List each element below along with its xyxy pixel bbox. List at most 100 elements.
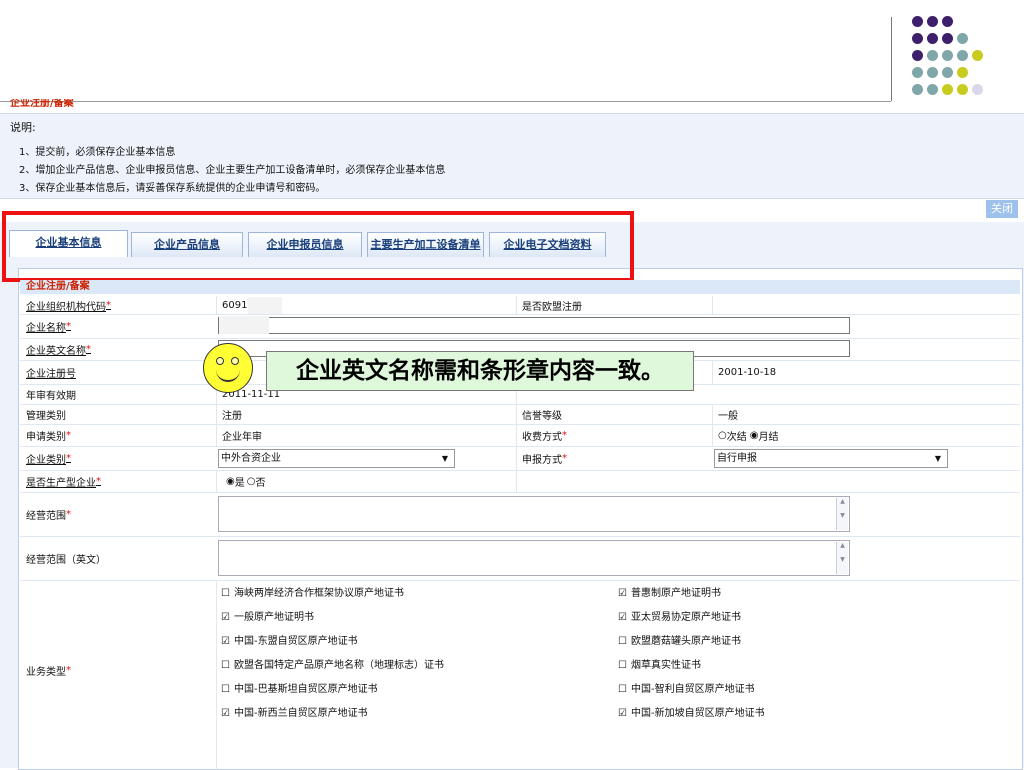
checkbox-icon[interactable]: ☐: [221, 684, 230, 695]
producer-yes-radio[interactable]: ◉: [226, 476, 235, 487]
required-mark: *: [66, 452, 71, 464]
required-mark: *: [106, 299, 111, 311]
required-mark: *: [86, 343, 91, 355]
label-text: 收费方式: [522, 431, 562, 443]
required-mark: *: [66, 320, 71, 332]
business-type-option: ☐ 海峡两岸经济合作框架协议原产地证书: [221, 584, 404, 599]
business-type-option: ☑ 亚太贸易协定原产地证书: [618, 608, 741, 623]
business-type-option: ☐ 欧盟各国特定产品原产地名称（地理标志）证书: [221, 656, 444, 671]
label-text: 申请类别: [26, 431, 66, 443]
credit-level-value: 一般: [712, 404, 1020, 424]
radio-label: 是: [234, 477, 245, 489]
company-type-label: 企业类别 *: [20, 446, 216, 470]
smiley-icon: [203, 343, 253, 393]
checkbox-label: 中国-新西兰自贸区原产地证书: [233, 708, 368, 719]
company-type-select[interactable]: 中外合资企业 ▼: [218, 449, 455, 468]
checkbox-icon[interactable]: ☐: [618, 684, 627, 695]
scrollbar[interactable]: ▲ ▼: [836, 542, 848, 574]
business-type-option: ☑ 普惠制原产地证明书: [618, 584, 721, 599]
select-value: 自行申报: [717, 453, 757, 464]
logo-dot: [912, 84, 923, 95]
label-text: 企业英文名称: [26, 345, 86, 357]
logo-dot: [957, 67, 968, 78]
business-type-label: 业务类型 *: [20, 580, 216, 760]
business-scope-en-textarea[interactable]: ▲ ▼: [218, 540, 850, 576]
mouth: [216, 370, 240, 382]
select-value: 中外合资企业: [221, 453, 281, 464]
eye: [216, 357, 224, 365]
label-text: 经营范围: [26, 510, 66, 522]
form-row: 是否生产型企业 * ◉ 是 ○ 否: [20, 470, 1020, 493]
checkbox-label: 欧盟蘑菇罐头原产地证书: [630, 636, 741, 647]
instruction-item: 1、提交前，必须保存企业基本信息: [19, 147, 176, 158]
company-english-name-label: 企业英文名称 *: [20, 338, 216, 360]
logo-dot: [927, 16, 938, 27]
logo-dot: [942, 67, 953, 78]
required-mark: *: [66, 508, 71, 520]
fee-per-use-radio[interactable]: ○: [718, 430, 727, 441]
label-text: 是否生产型企业: [26, 477, 96, 489]
eu-register-value: [712, 296, 1020, 314]
label-text: 企业组织机构代码: [26, 301, 106, 313]
checkbox-icon[interactable]: ☐: [618, 660, 627, 671]
business-type-option: ☐ 中国-智利自贸区原产地证书: [618, 680, 755, 695]
business-scope-textarea[interactable]: ▲ ▼: [218, 496, 850, 532]
checkbox-icon[interactable]: ☐: [221, 588, 230, 599]
declare-method-select[interactable]: 自行申报 ▼: [714, 449, 948, 468]
form-row: 经营范围 * ▲ ▼: [20, 492, 1020, 537]
form-row: 申请类别 * 企业年审 收费方式 * ○ 次结 ◉ 月结: [20, 424, 1020, 447]
eye: [231, 357, 239, 365]
form-row: 企业组织机构代码 * 60913 是否欧盟注册: [20, 296, 1020, 315]
checkbox-label: 中国-东盟自贸区原产地证书: [233, 636, 358, 647]
logo-dot: [972, 84, 983, 95]
logo-dot: [912, 16, 923, 27]
producer-no-radio[interactable]: ○: [247, 476, 256, 487]
business-scope-label: 经营范围 *: [20, 492, 216, 536]
fee-method-options: ○ 次结 ◉ 月结: [712, 424, 1020, 446]
logo-dot: [957, 50, 968, 61]
section-title: 企业注册/备案: [20, 280, 1020, 294]
logo-dot: [927, 84, 938, 95]
producer-options: ◉ 是 ○ 否: [216, 470, 516, 492]
credit-level-label: 信誉等级: [516, 404, 712, 424]
annotation-callout: 企业英文名称需和条形章内容一致。: [266, 351, 694, 391]
divider: [891, 17, 892, 101]
checkbox-label: 中国-巴基斯坦自贸区原产地证书: [233, 684, 378, 695]
checkbox-checked-icon[interactable]: ☑: [618, 588, 627, 599]
radio-label: 次结: [726, 431, 747, 443]
checkbox-checked-icon[interactable]: ☑: [618, 612, 627, 623]
divider: [0, 101, 891, 102]
dot-logo: [912, 16, 1024, 102]
checkbox-checked-icon[interactable]: ☑: [618, 708, 627, 719]
checkbox-checked-icon[interactable]: ☑: [221, 708, 230, 719]
logo-dot: [942, 84, 953, 95]
checkbox-checked-icon[interactable]: ☑: [221, 636, 230, 647]
checkbox-label: 亚太贸易协定原产地证书: [630, 612, 741, 623]
business-type-option: ☑ 中国-新加坡自贸区原产地证书: [618, 704, 765, 719]
checkbox-icon[interactable]: ☐: [221, 660, 230, 671]
redacted-area: [248, 297, 282, 314]
checkbox-label: 海峡两岸经济合作框架协议原产地证书: [233, 588, 404, 599]
required-mark: *: [562, 429, 567, 441]
checkbox-label: 欧盟各国特定产品原产地名称（地理标志）证书: [233, 660, 444, 671]
application-type-label: 申请类别 *: [20, 424, 216, 446]
checkbox-icon[interactable]: ☐: [618, 636, 627, 647]
checkbox-checked-icon[interactable]: ☑: [221, 612, 230, 623]
business-type-option: ☑ 一般原产地证明书: [221, 608, 314, 623]
chevron-down-icon: ▼: [934, 454, 941, 463]
business-type-option: ☑ 中国-新西兰自贸区原产地证书: [221, 704, 368, 719]
company-name-input[interactable]: [218, 317, 850, 334]
annual-review-label: 年审有效期: [26, 390, 76, 402]
form-row: 经营范围（英文） ▲ ▼: [20, 536, 1020, 581]
logo-dot: [912, 67, 923, 78]
business-type-option: ☐ 烟草真实性证书: [618, 656, 701, 671]
form-row: 管理类别 注册 信誉等级 一般: [20, 404, 1020, 425]
empty-cell: [516, 470, 1020, 492]
required-mark: *: [562, 452, 567, 464]
instructions-title: 说明:: [10, 121, 36, 134]
checkbox-label: 普惠制原产地证明书: [630, 588, 721, 599]
company-name-label: 企业名称 *: [20, 314, 216, 338]
fee-monthly-radio[interactable]: ◉: [750, 430, 759, 441]
scrollbar[interactable]: ▲ ▼: [836, 498, 848, 530]
close-button[interactable]: 关闭: [986, 200, 1018, 218]
